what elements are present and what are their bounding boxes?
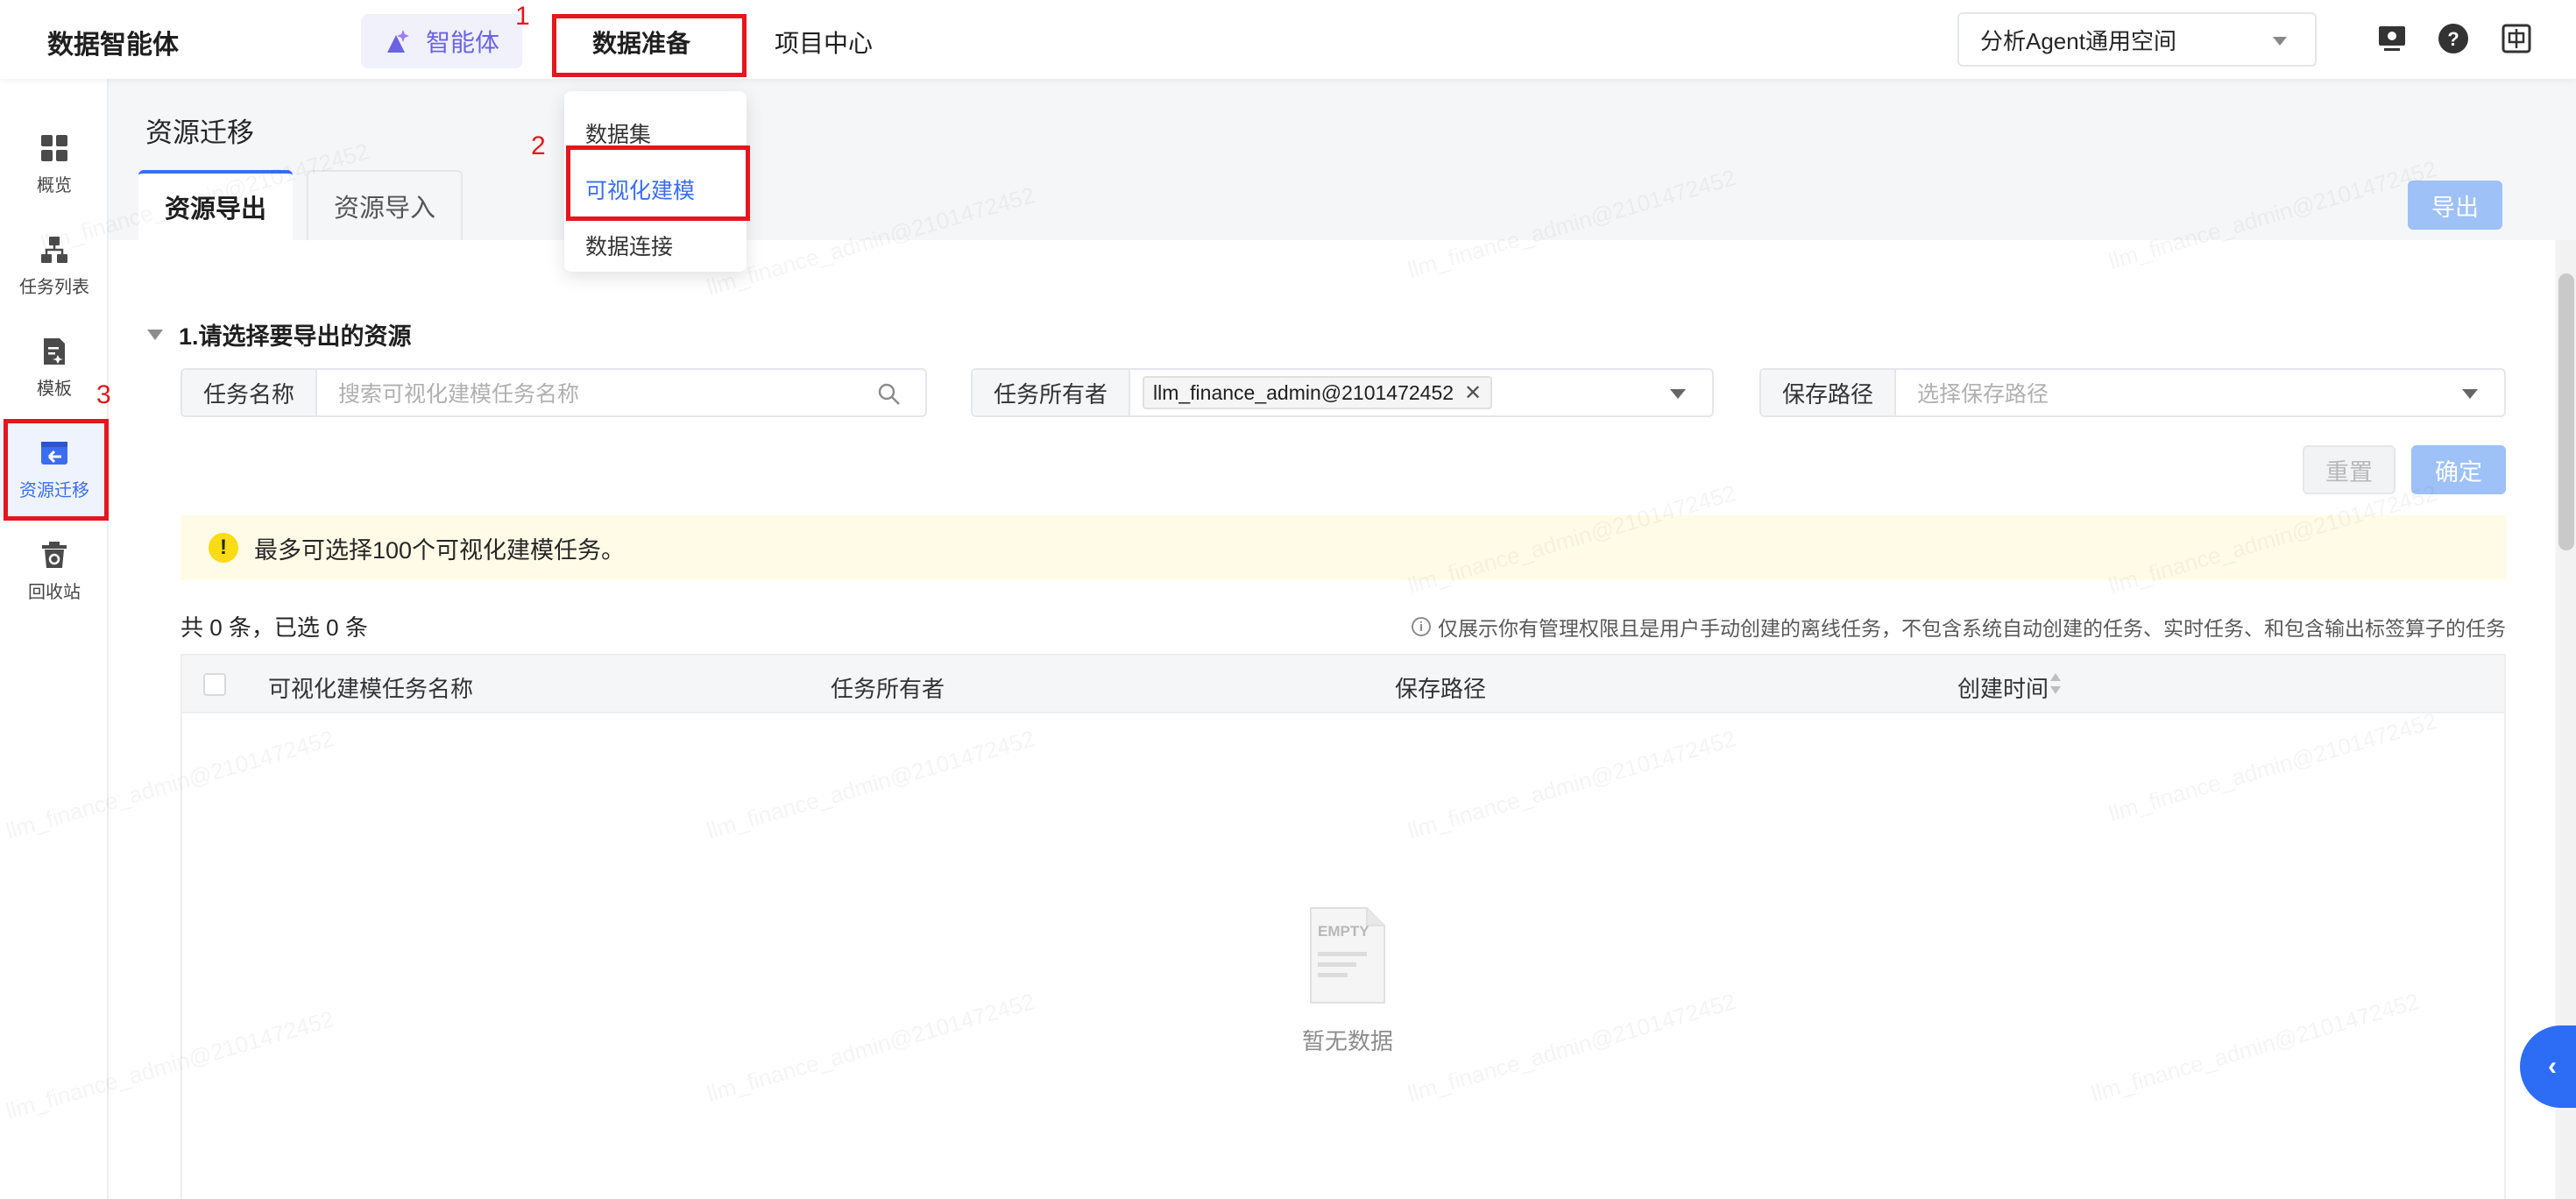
confirm-button[interactable]: 确定 bbox=[2411, 445, 2506, 494]
export-panel: 1.请选择要导出的资源 任务名称 搜索可视化建模任务名称 任务所有者 llm_f… bbox=[109, 240, 2555, 1199]
tab-resource-import[interactable]: 资源导入 bbox=[307, 170, 463, 240]
task-name-label: 任务名称 bbox=[182, 370, 317, 415]
screen-settings-icon[interactable] bbox=[2374, 21, 2410, 56]
empty-badge-text: EMPTY bbox=[1318, 923, 1369, 940]
highlight-box-step3 bbox=[4, 419, 109, 521]
task-name-filter: 任务名称 搜索可视化建模任务名称 bbox=[180, 368, 927, 417]
save-path-filter: 保存路径 选择保存路径 bbox=[1759, 368, 2506, 417]
workspace-select[interactable]: 分析Agent通用空间 bbox=[1957, 12, 2317, 67]
sidebar-item-template[interactable]: 模板 bbox=[0, 319, 109, 415]
step-number-3: 3 bbox=[96, 380, 111, 409]
permission-hint-text: 仅展示你有管理权限且是用户手动创建的离线任务，不包含系统自动创建的任务、实时任务… bbox=[1438, 617, 2506, 640]
tag-close-icon[interactable]: ✕ bbox=[1464, 380, 1482, 406]
table-header: 可视化建模任务名称 任务所有者 保存路径 创建时间 bbox=[182, 656, 2504, 713]
template-icon bbox=[44, 337, 65, 365]
empty-state-text: 暂无数据 bbox=[1301, 1028, 1393, 1054]
sidebar-item-label: 概览 bbox=[37, 175, 72, 195]
nav-agent[interactable]: 智能体 bbox=[361, 14, 522, 68]
help-icon[interactable]: ? bbox=[2436, 21, 2471, 56]
empty-state: EMPTY 暂无数据 bbox=[1286, 905, 1409, 1056]
nav-agent-label: 智能体 bbox=[425, 29, 499, 56]
selection-count: 共 0 条，已选 0 条 bbox=[180, 614, 368, 641]
task-owner-label: 任务所有者 bbox=[973, 370, 1130, 415]
column-header-task-name: 可视化建模任务名称 bbox=[268, 676, 474, 702]
left-sidebar: 概览 任务列表 模板 资源迁移 回收站 bbox=[0, 79, 109, 1199]
empty-document-icon: EMPTY bbox=[1310, 907, 1385, 1004]
chevron-down-icon bbox=[2273, 37, 2287, 46]
section-title: 1.请选择要导出的资源 bbox=[179, 323, 412, 350]
reset-button[interactable]: 重置 bbox=[2303, 445, 2396, 494]
dropdown-item-data-connection[interactable]: 数据连接 bbox=[564, 219, 747, 275]
main-content: 资源迁移 资源导出 资源导入 导出 1.请选择要导出的资源 任务名称 搜索可视化… bbox=[109, 79, 2576, 1199]
owner-select-chevron-icon[interactable] bbox=[1670, 389, 1686, 399]
agent-sparkle-icon bbox=[386, 30, 409, 53]
owner-tag: llm_finance_admin@2101472452 ✕ bbox=[1143, 376, 1493, 409]
column-header-created-time[interactable]: 创建时间 bbox=[1957, 671, 2049, 704]
task-name-search-input[interactable]: 搜索可视化建模任务名称 bbox=[317, 377, 579, 408]
task-table: 可视化建模任务名称 任务所有者 保存路径 创建时间 EMPTY 暂无数据 bbox=[180, 654, 2506, 1199]
page-title: 资源迁移 bbox=[145, 117, 254, 148]
language-switch-icon[interactable] bbox=[2499, 21, 2534, 56]
limit-notice-text: 最多可选择100个可视化建模任务。 bbox=[254, 536, 626, 564]
path-select-chevron-icon[interactable] bbox=[2462, 389, 2478, 399]
top-navigation-bar: 数据智能体 智能体 数据准备 项目中心 分析Agent通用空间 ? bbox=[0, 0, 2576, 79]
sort-icon[interactable] bbox=[2049, 670, 2063, 698]
column-header-save-path: 保存路径 bbox=[1395, 676, 1487, 702]
recycle-icon bbox=[42, 541, 67, 568]
sidebar-item-label: 回收站 bbox=[28, 582, 81, 602]
nav-project-center[interactable]: 项目中心 bbox=[775, 25, 873, 60]
section-header[interactable]: 1.请选择要导出的资源 bbox=[147, 317, 412, 351]
hierarchy-icon bbox=[41, 236, 67, 263]
sidebar-item-label: 模板 bbox=[37, 379, 72, 399]
column-header-owner: 任务所有者 bbox=[831, 676, 945, 702]
step-number-1: 1 bbox=[515, 2, 530, 31]
owner-tag-text: llm_finance_admin@2101472452 bbox=[1153, 380, 1454, 404]
export-button[interactable]: 导出 bbox=[2408, 181, 2502, 230]
limit-notice: ! 最多可选择100个可视化建模任务。 bbox=[180, 515, 2506, 580]
workspace-select-value: 分析Agent通用空间 bbox=[1980, 27, 2176, 54]
sidebar-item-task-list[interactable]: 任务列表 bbox=[0, 217, 109, 314]
vertical-scrollbar-thumb[interactable] bbox=[2558, 273, 2574, 550]
brand-title: 数据智能体 bbox=[47, 31, 179, 60]
grid-icon bbox=[41, 134, 67, 161]
select-all-checkbox[interactable] bbox=[203, 673, 226, 696]
sidebar-item-recycle-bin[interactable]: 回收站 bbox=[0, 522, 109, 619]
chevron-left-icon: ‹ bbox=[2548, 1052, 2557, 1081]
collapse-caret-icon[interactable] bbox=[147, 329, 163, 340]
highlight-box-step2 bbox=[566, 145, 750, 221]
highlight-box-step1 bbox=[552, 14, 747, 77]
search-icon[interactable] bbox=[876, 381, 902, 408]
sidebar-item-label: 任务列表 bbox=[19, 277, 89, 297]
sidebar-item-overview[interactable]: 概览 bbox=[0, 116, 109, 212]
warning-icon: ! bbox=[209, 533, 238, 563]
save-path-select[interactable]: 选择保存路径 bbox=[1896, 377, 2049, 408]
svg-text:?: ? bbox=[2447, 28, 2459, 50]
tab-resource-export[interactable]: 资源导出 bbox=[138, 170, 293, 240]
permission-hint: i 仅展示你有管理权限且是用户手动创建的离线任务，不包含系统自动创建的任务、实时… bbox=[1412, 612, 2506, 642]
save-path-label: 保存路径 bbox=[1761, 370, 1896, 415]
info-icon: i bbox=[1412, 617, 1431, 636]
step-number-2: 2 bbox=[531, 131, 546, 160]
task-owner-filter: 任务所有者 llm_finance_admin@2101472452 ✕ bbox=[971, 368, 1714, 417]
